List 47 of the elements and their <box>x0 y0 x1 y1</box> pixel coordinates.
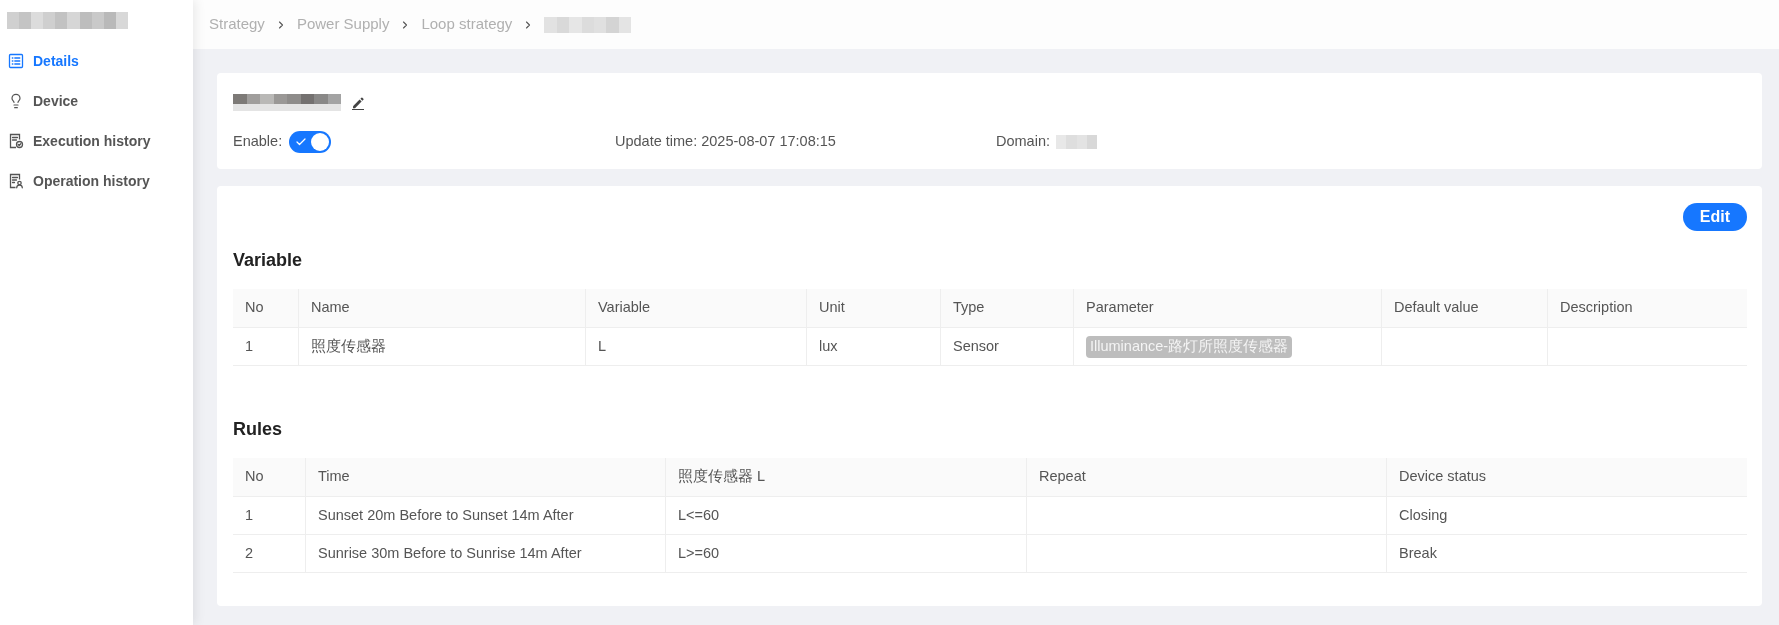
sidebar-item[interactable]: Execution history <box>0 121 193 161</box>
breadcrumb-link[interactable]: Strategy <box>209 13 265 36</box>
edit-button[interactable]: Edit <box>1682 203 1747 231</box>
column-header: Time <box>306 458 666 497</box>
table-cell: lux <box>807 328 941 366</box>
check-icon <box>295 136 308 148</box>
document-check-icon <box>8 133 24 149</box>
breadcrumb-link[interactable]: Power Supply <box>296 13 390 36</box>
table-cell: Sunrise 30m Before to Sunrise 14m After <box>306 535 666 573</box>
lightbulb-icon <box>8 93 24 109</box>
section-title: Rules <box>233 418 284 440</box>
table-cell: 1 <box>233 497 306 535</box>
column-header: Unit <box>807 289 941 328</box>
breadcrumb-link[interactable]: Loop strategy <box>421 13 513 36</box>
table-cell: L <box>586 328 807 366</box>
column-header: Parameter <box>1074 289 1382 328</box>
column-header: Default value <box>1382 289 1548 328</box>
table-cell: 2 <box>233 535 306 573</box>
column-header: Type <box>941 289 1074 328</box>
column-header: Name <box>299 289 586 328</box>
column-header: No <box>233 289 299 328</box>
pencil-icon[interactable] <box>351 95 365 110</box>
sidebar-item[interactable]: Device <box>0 81 193 121</box>
toggle-switch[interactable] <box>289 131 332 153</box>
list-icon <box>8 53 24 69</box>
table-cell: Closing <box>1387 497 1747 535</box>
sidebar-item[interactable]: Operation history <box>0 161 193 201</box>
column-header: Repeat <box>1027 458 1387 497</box>
table-cell: L>=60 <box>666 535 1027 573</box>
document-person-icon <box>8 173 24 189</box>
table-cell: L<=60 <box>666 497 1027 535</box>
column-header: No <box>233 458 306 497</box>
column-header: Device status <box>1387 458 1747 497</box>
column-header: 照度传感器 L <box>666 458 1027 497</box>
sidebar-item[interactable]: Details <box>0 41 193 81</box>
table-cell: Sunset 20m Before to Sunset 14m After <box>306 497 666 535</box>
enable-label: Enable: <box>233 132 283 152</box>
update-time: Update time: 2025-08-07 17:08:15 <box>615 132 837 152</box>
column-header: Description <box>1548 289 1747 328</box>
table-cell: Break <box>1387 535 1747 573</box>
table-cell: Sensor <box>941 328 1074 366</box>
column-header: Variable <box>586 289 807 328</box>
table-cell: 1 <box>233 328 299 366</box>
blurred-text <box>1056 135 1097 149</box>
table-cell: 照度传感器 <box>299 328 586 366</box>
domain-label: Domain: <box>996 132 1050 152</box>
section-title: Variable <box>233 249 304 271</box>
